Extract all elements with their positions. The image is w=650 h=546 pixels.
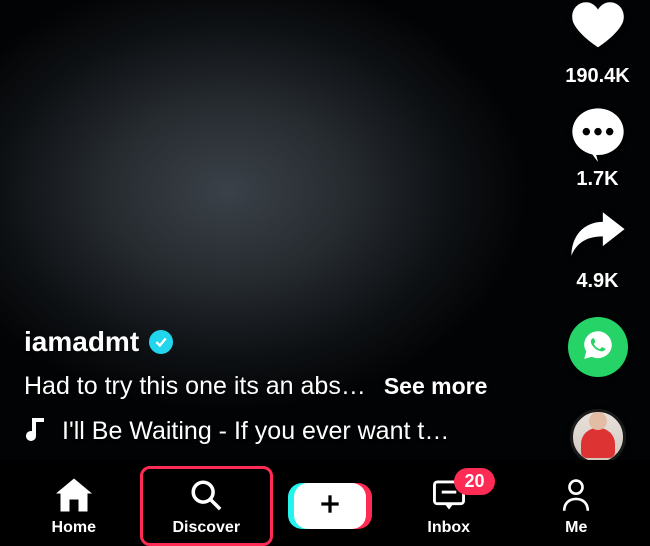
whatsapp-share-button[interactable] [568,317,628,377]
create-button [294,483,366,529]
heart-icon [571,0,625,59]
nav-inbox[interactable]: 20 Inbox [385,466,513,546]
nav-home-label: Home [52,519,96,537]
music-note-icon [24,415,48,448]
nav-home[interactable]: Home [10,466,138,546]
home-icon [56,475,92,515]
nav-me[interactable]: Me [513,466,641,546]
video-info: iamadmt Had to try this one its an abs… … [24,326,530,448]
sound-title: I'll Be Waiting - If you ever want t… [62,417,449,446]
author-row[interactable]: iamadmt [24,326,530,358]
video-feed-screen: 190.4K 1.7K 4.9K iamadmt [0,0,650,546]
bottom-nav: Home Discover 20 Inbox [0,460,650,546]
verified-badge-icon [149,330,173,354]
like-button[interactable]: 190.4K [565,0,630,88]
nav-create[interactable] [275,466,385,546]
plus-icon [317,491,343,522]
comment-count: 1.7K [576,168,618,191]
like-count: 190.4K [565,65,630,88]
caption-text: Had to try this one its an abs… [24,372,366,401]
share-count: 4.9K [576,270,618,293]
see-more-button[interactable]: See more [384,373,488,400]
nav-me-label: Me [565,519,587,537]
nav-discover[interactable]: Discover [140,466,274,546]
profile-icon [560,475,592,515]
nav-discover-label: Discover [172,519,240,537]
comment-icon [570,106,626,162]
sound-disc[interactable] [570,409,626,465]
comment-button[interactable]: 1.7K [570,106,626,191]
nav-inbox-label: Inbox [427,519,470,537]
sound-row[interactable]: I'll Be Waiting - If you ever want t… [24,415,530,448]
inbox-badge: 20 [454,468,494,495]
share-icon [569,209,627,264]
username: iamadmt [24,326,139,358]
sound-cover-icon [581,428,615,458]
action-rail: 190.4K 1.7K 4.9K [545,0,650,465]
search-icon [189,475,223,515]
caption-row: Had to try this one its an abs… See more [24,372,530,401]
whatsapp-icon [581,328,615,367]
share-button[interactable]: 4.9K [569,209,627,293]
